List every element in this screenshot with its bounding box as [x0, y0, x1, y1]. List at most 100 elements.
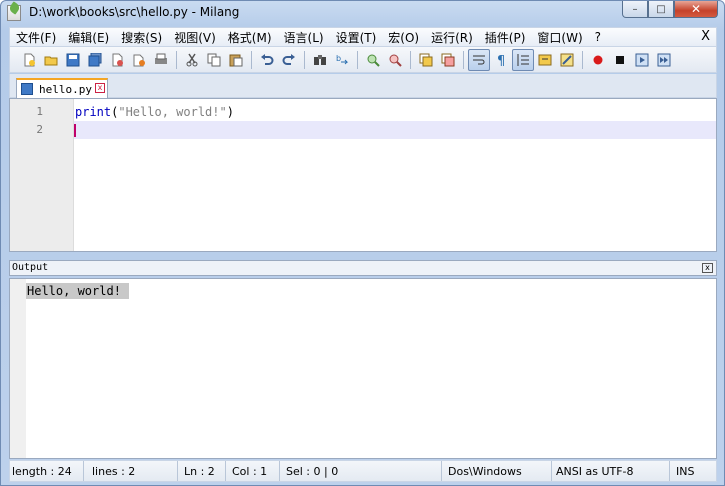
open-file-button[interactable] — [40, 49, 62, 71]
status-bar: length : 24 lines : 2 Ln : 2 Col : 1 Sel… — [9, 460, 717, 482]
line-number: 1 — [36, 105, 43, 118]
toolbar-separator — [463, 50, 464, 69]
tab-close-icon[interactable]: x — [95, 83, 105, 93]
output-close-icon[interactable]: x — [702, 263, 713, 273]
play-macro-button[interactable] — [631, 49, 653, 71]
zoom-out-button[interactable] — [384, 49, 406, 71]
replace-button[interactable]: b — [331, 49, 353, 71]
code-editor[interactable]: 1 2 print("Hello, world!") — [9, 98, 717, 252]
menu-search[interactable]: 搜索(S) — [115, 29, 168, 46]
menu-view[interactable]: 视图(V) — [168, 29, 222, 46]
run-macro-multiple-icon — [657, 53, 671, 66]
save-all-button[interactable] — [84, 49, 106, 71]
close-window-button[interactable]: ✕ — [674, 1, 718, 18]
status-sel: Sel : 0 | 0 — [280, 461, 442, 481]
run-macro-multiple-button[interactable] — [653, 49, 675, 71]
line-number-gutter: 1 2 — [10, 99, 74, 251]
new-file-button[interactable] — [18, 49, 40, 71]
menu-format[interactable]: 格式(M) — [222, 29, 278, 46]
status-mode[interactable]: INS — [670, 461, 716, 481]
record-macro-icon — [593, 55, 603, 64]
show-all-chars-button[interactable]: ¶ — [490, 49, 512, 71]
replace-icon: b — [336, 54, 349, 64]
copy-icon — [207, 53, 221, 66]
sync-h-icon — [441, 53, 455, 66]
app-window: D:\work\books\src\hello.py - Milang – □ … — [0, 0, 725, 486]
toolbar-separator — [304, 50, 305, 69]
window-title: D:\work\books\src\hello.py - Milang — [29, 5, 240, 19]
toolbar-separator — [251, 50, 252, 69]
code-area[interactable]: print("Hello, world!") — [74, 99, 716, 251]
status-eol[interactable]: Dos\Windows — [442, 461, 552, 481]
status-length: length : 24 — [10, 461, 84, 481]
indent-guide-button[interactable] — [512, 48, 534, 71]
zoom-in-button[interactable] — [362, 49, 384, 71]
print-button[interactable] — [150, 49, 172, 71]
toolbar-separator — [582, 50, 583, 69]
output-title: Output — [12, 262, 49, 273]
code-paren: ) — [226, 105, 234, 119]
save-button[interactable] — [62, 49, 84, 71]
zoom-out-icon — [389, 54, 402, 67]
output-panel[interactable]: Hello, world! — [9, 278, 717, 459]
maximize-button[interactable]: □ — [648, 1, 674, 18]
sync-h-button[interactable] — [437, 49, 459, 71]
zoom-in-icon — [367, 54, 380, 67]
cut-icon — [186, 53, 198, 66]
minimize-button[interactable]: – — [622, 1, 648, 18]
tab-label: hello.py — [39, 82, 92, 96]
paste-icon — [229, 54, 243, 66]
sync-v-button[interactable] — [415, 49, 437, 71]
show-all-chars-icon: ¶ — [497, 54, 505, 67]
paste-button[interactable] — [225, 49, 247, 71]
menu-plugins[interactable]: 插件(P) — [479, 29, 532, 46]
doc-map-icon — [560, 53, 574, 66]
open-file-icon — [44, 56, 58, 65]
redo-button[interactable] — [278, 49, 300, 71]
menu-file[interactable]: 文件(F) — [10, 29, 62, 46]
stop-macro-button[interactable] — [609, 49, 631, 71]
tab-hello-py[interactable]: hello.py x — [16, 78, 108, 98]
cut-button[interactable] — [181, 49, 203, 71]
menu-language[interactable]: 语言(L) — [278, 29, 330, 46]
find-button[interactable] — [309, 49, 331, 71]
code-keyword: print — [75, 105, 112, 119]
undo-icon — [261, 53, 274, 65]
code-string: "Hello, world!" — [118, 105, 227, 119]
menu-bar: 文件(F) 编辑(E) 搜索(S) 视图(V) 格式(M) 语言(L) 设置(T… — [9, 27, 717, 47]
menu-window[interactable]: 窗口(W) — [531, 29, 588, 46]
line-number: 2 — [36, 123, 43, 136]
menu-help[interactable]: ? — [589, 30, 607, 44]
code-line: print("Hello, world!") — [74, 103, 716, 121]
tab-bar: hello.py x — [9, 74, 717, 98]
menu-edit[interactable]: 编辑(E) — [62, 29, 115, 46]
indent-guide-icon — [517, 53, 529, 66]
sync-v-icon — [419, 53, 433, 66]
toolbar-separator — [176, 50, 177, 69]
output-panel-header: Output x — [9, 260, 717, 276]
menu-run[interactable]: 运行(R) — [425, 29, 479, 46]
save-icon — [66, 53, 80, 66]
status-encoding[interactable]: ANSI as UTF-8 — [552, 461, 670, 481]
toolbar-separator — [357, 50, 358, 69]
text-caret — [74, 124, 76, 137]
doc-map-button[interactable] — [556, 49, 578, 71]
close-all-button[interactable] — [128, 49, 150, 71]
wrap-icon — [473, 55, 485, 64]
find-icon — [314, 54, 326, 65]
output-text: Hello, world! — [26, 283, 129, 299]
svg-text:¶: ¶ — [497, 54, 505, 67]
title-bar[interactable]: D:\work\books\src\hello.py - Milang – □ … — [1, 1, 724, 25]
user-lang-button[interactable] — [534, 49, 556, 71]
copy-button[interactable] — [203, 49, 225, 71]
menu-macro[interactable]: 宏(O) — [382, 29, 425, 46]
undo-button[interactable] — [256, 49, 278, 71]
stop-macro-icon — [616, 55, 624, 64]
code-line-current — [74, 121, 716, 139]
close-button[interactable] — [106, 49, 128, 71]
word-wrap-button[interactable] — [468, 48, 490, 71]
menu-settings[interactable]: 设置(T) — [330, 29, 383, 46]
close-document-button[interactable]: X — [701, 29, 710, 44]
record-macro-button[interactable] — [587, 49, 609, 71]
save-all-icon — [88, 52, 102, 66]
